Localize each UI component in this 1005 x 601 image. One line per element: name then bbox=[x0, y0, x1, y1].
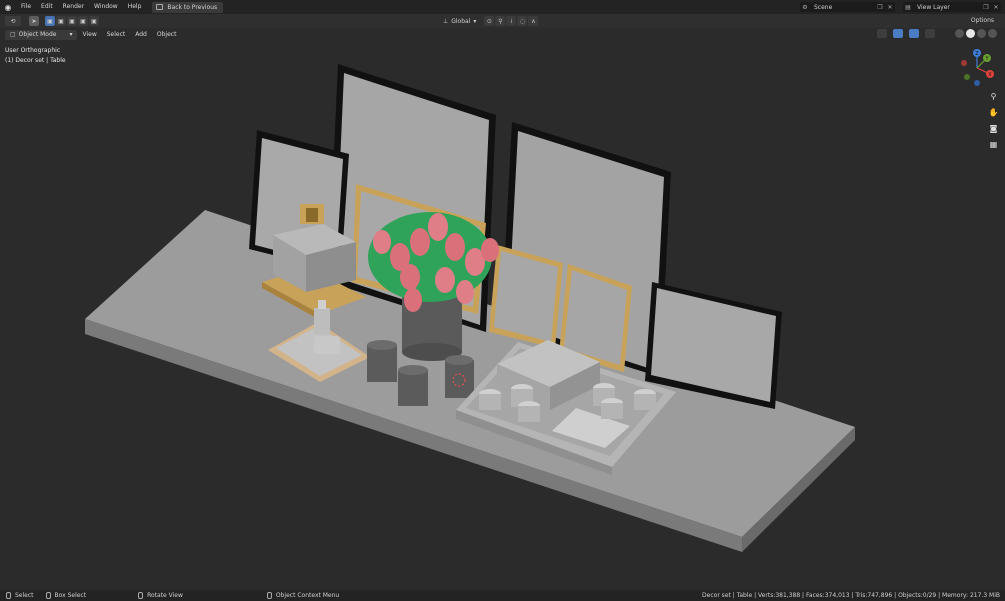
solid-shading-icon[interactable] bbox=[966, 29, 975, 38]
pan-hand-icon[interactable]: ✋ bbox=[988, 107, 999, 118]
gizmo-toggle-icon[interactable] bbox=[893, 29, 903, 38]
viewport-menu-add[interactable]: Add bbox=[130, 31, 152, 38]
scene-icon: ⚙ bbox=[802, 3, 808, 11]
material-shading-icon[interactable] bbox=[977, 29, 986, 38]
new-scene-icon[interactable]: ❐ bbox=[875, 2, 885, 12]
grid-perspective-icon[interactable]: ▦ bbox=[988, 139, 999, 150]
rendered-shading-icon[interactable] bbox=[988, 29, 997, 38]
status-rotate-view-label: Rotate View bbox=[147, 592, 183, 599]
candle-holder-3 bbox=[445, 355, 474, 398]
falloff-icon[interactable]: ∧ bbox=[528, 16, 539, 26]
orientation-axes-icon: ⊥ bbox=[443, 17, 449, 25]
camera-view-icon[interactable]: ◙ bbox=[988, 123, 999, 134]
select-invert-icon[interactable]: ▣ bbox=[78, 16, 88, 26]
top-menu-bar: ◉ File Edit Render Window Help Back to P… bbox=[0, 0, 1005, 14]
viewport-nav-tools: ⚲ ✋ ◙ ▦ bbox=[988, 91, 999, 150]
gizmo-neg-z-icon bbox=[974, 80, 980, 86]
viewport-header-toggles bbox=[877, 29, 935, 38]
mouse-drag-icon bbox=[45, 592, 51, 599]
view-layer-name[interactable]: View Layer bbox=[913, 4, 981, 11]
xray-toggle-icon[interactable] bbox=[925, 29, 935, 38]
status-box-select: Box Select bbox=[45, 592, 87, 599]
select-intersect-icon[interactable]: ▣ bbox=[89, 16, 99, 26]
view-layer-selector[interactable]: ▤ View Layer ❐ ✕ bbox=[903, 2, 1001, 12]
mouse-right-icon bbox=[266, 592, 272, 599]
gizmo-x-label: X bbox=[988, 72, 992, 78]
select-extend-icon[interactable]: ▣ bbox=[56, 16, 66, 26]
gold-ornament bbox=[300, 204, 324, 224]
viewport-menu-select[interactable]: Select bbox=[102, 31, 131, 38]
wireframe-shading-icon[interactable] bbox=[955, 29, 964, 38]
status-context-menu: Object Context Menu bbox=[266, 592, 340, 599]
viewport-header: ▢ Object Mode ▾ View Select Add Object bbox=[0, 28, 1005, 41]
pivot-point-icon[interactable]: ⊙ bbox=[484, 16, 495, 26]
new-view-layer-icon[interactable]: ❐ bbox=[981, 2, 991, 12]
gizmo-neg-y-icon bbox=[964, 74, 970, 80]
3d-viewport[interactable] bbox=[0, 42, 1005, 590]
transform-orientation-dropdown[interactable]: ⊥ Global ▾ bbox=[439, 16, 480, 26]
status-box-select-label: Box Select bbox=[54, 592, 87, 599]
screen-icon bbox=[156, 4, 164, 10]
visibility-icon[interactable] bbox=[877, 29, 887, 38]
scene-name[interactable]: Scene bbox=[810, 4, 875, 11]
candle-holder-1 bbox=[367, 340, 397, 382]
proportional-edit-icon[interactable]: ◌ bbox=[517, 16, 528, 26]
shading-modes bbox=[955, 29, 997, 38]
scene-selector[interactable]: ⚙ Scene ❐ ✕ bbox=[800, 2, 895, 12]
menu-edit[interactable]: Edit bbox=[36, 0, 58, 14]
status-bar: Select Box Select Rotate View Object Con… bbox=[0, 590, 1005, 601]
gold-frame-mid-left bbox=[489, 245, 563, 348]
mouse-left-icon bbox=[6, 592, 11, 599]
menu-render[interactable]: Render bbox=[58, 0, 89, 14]
overlay-toggle-icon[interactable] bbox=[909, 29, 919, 38]
object-mode-dropdown[interactable]: ▢ Object Mode ▾ bbox=[5, 29, 78, 40]
select-tool-icon[interactable]: ➤ bbox=[29, 16, 39, 26]
scene-statistics: Decor set | Table | Verts:381,388 | Face… bbox=[702, 592, 1000, 599]
chevron-down-icon: ▾ bbox=[473, 17, 477, 25]
tool-header: ⟲ ➤ ▣ ▣ ▣ ▣ ▣ ⊥ Global ▾ ⊙ ⚲ ⁞ ◌ ∧ Optio… bbox=[0, 14, 1005, 28]
snap-toggle-icon[interactable]: ⚲ bbox=[495, 16, 506, 26]
navigation-gizmo[interactable]: Z X Y bbox=[957, 48, 997, 88]
snap-target-icon[interactable]: ⁞ bbox=[506, 16, 517, 26]
menu-help[interactable]: Help bbox=[123, 0, 147, 14]
menu-window[interactable]: Window bbox=[89, 0, 123, 14]
menu-file[interactable]: File bbox=[16, 0, 36, 14]
object-mode-label: Object Mode bbox=[18, 31, 57, 38]
mouse-middle-icon bbox=[138, 592, 144, 599]
object-mode-icon: ▢ bbox=[10, 31, 16, 38]
status-select: Select bbox=[6, 592, 34, 599]
delete-view-layer-icon[interactable]: ✕ bbox=[991, 2, 1001, 12]
back-to-previous-label: Back to Previous bbox=[167, 3, 218, 11]
status-select-label: Select bbox=[15, 592, 34, 599]
select-new-icon[interactable]: ▣ bbox=[45, 16, 55, 26]
zoom-icon[interactable]: ⚲ bbox=[988, 91, 999, 102]
chevron-down-icon: ▾ bbox=[69, 31, 73, 38]
gizmo-neg-x-icon bbox=[961, 60, 967, 66]
status-context-menu-label: Object Context Menu bbox=[275, 592, 340, 599]
delete-scene-icon[interactable]: ✕ bbox=[885, 2, 895, 12]
gizmo-z-label: Z bbox=[975, 51, 979, 57]
status-rotate-view: Rotate View bbox=[138, 592, 183, 599]
view-layer-icon: ▤ bbox=[905, 3, 911, 11]
blender-logo-icon[interactable]: ◉ bbox=[0, 0, 16, 14]
viewport-menu-view[interactable]: View bbox=[77, 31, 101, 38]
transform-pivot-icon[interactable]: ⟲ bbox=[5, 16, 21, 26]
back-to-previous-button[interactable]: Back to Previous bbox=[152, 1, 224, 13]
viewport-menu-object[interactable]: Object bbox=[152, 31, 182, 38]
options-dropdown[interactable]: Options bbox=[964, 16, 1000, 26]
candle-holder-2 bbox=[398, 365, 428, 406]
orientation-value: Global bbox=[451, 17, 471, 25]
select-subtract-icon[interactable]: ▣ bbox=[67, 16, 77, 26]
